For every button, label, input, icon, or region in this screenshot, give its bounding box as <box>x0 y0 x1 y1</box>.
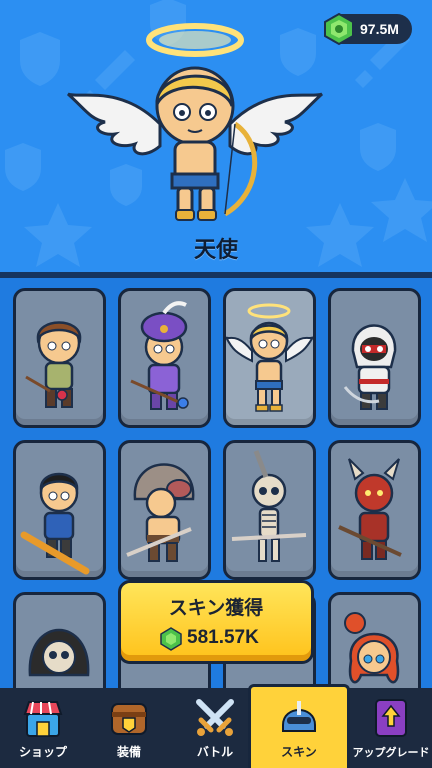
nav-skins[interactable]: スキン <box>248 684 350 768</box>
nav-shop-label: ショップ <box>18 745 67 759</box>
nav-equipment[interactable]: 装備 <box>86 688 172 768</box>
hero-showcase: 97.5M 天使 <box>0 0 432 272</box>
hero-name: 天使 <box>193 238 238 263</box>
acquire-skin-label: スキン獲得 <box>168 597 264 619</box>
hooded-assassin-icon <box>343 324 397 410</box>
equipment-chest-icon <box>111 703 147 735</box>
bottom-navigation: ショップ 装備 バトル スキン アップグレード <box>0 684 432 768</box>
skin-card-boar-barbarian[interactable] <box>118 440 211 580</box>
nav-shop[interactable]: ショップ <box>0 688 86 768</box>
acquire-skin-button[interactable]: スキン獲得 581.57K <box>118 580 314 664</box>
red-haired-girl-icon <box>344 612 400 684</box>
grim-reaper-icon <box>28 628 90 677</box>
blue-warrior-icon <box>20 472 90 575</box>
crossed-swords-icon <box>196 699 234 736</box>
skin-card-angel[interactable] <box>223 288 316 428</box>
currency-value: 97.5M <box>360 21 399 37</box>
acquire-cost: 581.57K <box>159 625 299 651</box>
skin-card-red-demon[interactable] <box>328 440 421 580</box>
nav-battle[interactable]: バトル <box>172 688 258 768</box>
nav-battle-label: バトル <box>196 745 234 759</box>
acquire-cost-value: 581.57K <box>187 627 259 648</box>
red-demon-icon <box>338 458 402 560</box>
nav-skins-label: スキン <box>281 745 317 759</box>
skin-card-adventurer-boy[interactable] <box>13 288 106 428</box>
shop-icon <box>23 701 63 737</box>
nav-equipment-label: 装備 <box>116 745 141 759</box>
green-gem-icon <box>160 627 182 651</box>
skin-card-grim-reaper[interactable] <box>13 592 106 688</box>
skin-card-turban-mage[interactable] <box>118 288 211 428</box>
skin-card-hooded-assassin[interactable] <box>328 288 421 428</box>
skin-card-skeleton[interactable] <box>223 440 316 580</box>
upgrade-book-icon <box>375 699 407 737</box>
helmet-icon <box>282 701 316 732</box>
boar-barbarian-icon <box>126 463 195 562</box>
nav-upgrade[interactable]: アップグレード <box>350 688 432 768</box>
angel-icon <box>226 303 313 412</box>
skeleton-icon <box>231 450 307 562</box>
adventurer-boy-icon <box>25 321 82 408</box>
skin-card-red-haired-girl[interactable] <box>328 592 421 688</box>
turban-mage-icon <box>130 301 189 410</box>
angel-character-illustration <box>67 23 323 221</box>
currency-display: 97.5M <box>324 12 412 46</box>
skin-card-blue-warrior[interactable] <box>13 440 106 580</box>
nav-upgrade-label: アップグレード <box>352 746 430 759</box>
